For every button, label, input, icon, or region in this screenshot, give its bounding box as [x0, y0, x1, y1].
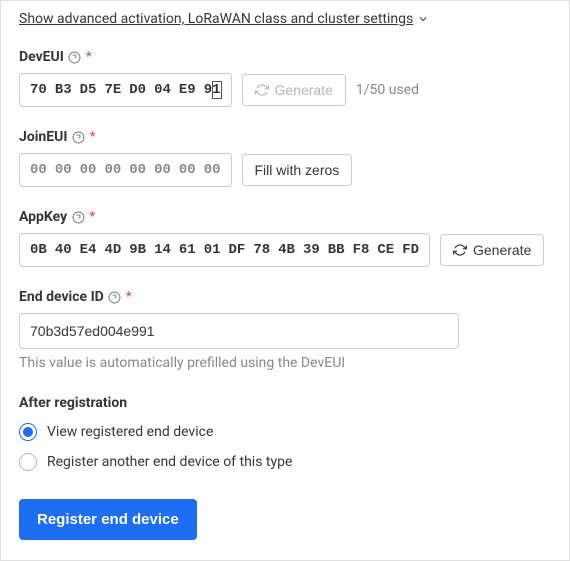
byte: 00	[125, 159, 150, 181]
after-option-view[interactable]: View registered end device	[19, 423, 551, 441]
byte: 7E	[100, 79, 125, 101]
byte: 70	[26, 79, 51, 101]
byte: D5	[76, 79, 101, 101]
byte: 78	[249, 239, 274, 261]
register-end-device-button[interactable]: Register end device	[19, 499, 197, 540]
help-icon[interactable]	[71, 130, 85, 144]
chevron-down-icon	[417, 13, 429, 25]
byte: 39	[299, 239, 324, 261]
app-key-label-text: AppKey	[19, 209, 67, 225]
required-mark: *	[89, 209, 95, 225]
dev-eui-generate-button: Generate	[242, 74, 346, 106]
end-device-id-field: End device ID * This value is automatica…	[19, 289, 551, 371]
byte: E4	[76, 239, 101, 261]
byte: 00	[200, 159, 225, 181]
app-key-row: 0B 40 E4 4D 9B 14 61 01 DF 78 4B 39 BB F…	[19, 233, 551, 267]
after-option-register-another[interactable]: Register another end device of this type	[19, 453, 551, 471]
join-eui-field: JoinEUI * 00 00 00 00 00 00 00 00 Fill w…	[19, 129, 551, 187]
byte: 0B	[26, 239, 51, 261]
byte: F8	[349, 239, 374, 261]
register-button-label: Register end device	[37, 511, 179, 528]
byte: E9	[175, 79, 200, 101]
join-eui-input[interactable]: 00 00 00 00 00 00 00 00	[19, 153, 232, 187]
byte: DF	[225, 239, 250, 261]
after-option-view-label: View registered end device	[47, 424, 213, 440]
byte: 00	[26, 159, 51, 181]
byte: 14	[150, 239, 175, 261]
byte: 04	[150, 79, 175, 101]
end-device-id-hint: This value is automatically prefilled us…	[19, 355, 551, 371]
dev-eui-label-text: DevEUI	[19, 49, 64, 65]
app-key-input[interactable]: 0B 40 E4 4D 9B 14 61 01 DF 78 4B 39 BB F…	[19, 233, 430, 267]
byte: 61	[175, 239, 200, 261]
required-mark: *	[86, 49, 92, 65]
end-device-id-label: End device ID *	[19, 289, 132, 305]
dev-eui-row: 70 B3 D5 7E D0 04 E9 91 Generate 1/50 us…	[19, 73, 551, 107]
refresh-icon	[453, 243, 467, 257]
byte: BB	[324, 239, 349, 261]
byte: 01	[200, 239, 225, 261]
after-registration-title: After registration	[19, 395, 551, 411]
byte: 00	[150, 159, 175, 181]
end-device-id-label-text: End device ID	[19, 289, 104, 305]
join-eui-row: 00 00 00 00 00 00 00 00 Fill with zeros	[19, 153, 551, 187]
radio-button[interactable]	[19, 423, 37, 441]
app-key-generate-button[interactable]: Generate	[440, 234, 544, 266]
app-key-label: AppKey *	[19, 209, 95, 225]
byte: CE	[373, 239, 398, 261]
form-container: Show advanced activation, LoRaWAN class …	[0, 0, 570, 561]
join-eui-label-text: JoinEUI	[19, 129, 67, 145]
dev-eui-input[interactable]: 70 B3 D5 7E D0 04 E9 91	[19, 73, 232, 107]
dev-eui-field: DevEUI * 70 B3 D5 7E D0 04 E9 91 Generat…	[19, 49, 551, 107]
join-eui-label: JoinEUI *	[19, 129, 96, 145]
byte: FD	[398, 239, 423, 261]
end-device-id-row	[19, 313, 551, 349]
byte: 9B	[125, 239, 150, 261]
fill-zeros-button[interactable]: Fill with zeros	[242, 154, 353, 186]
byte: 00	[76, 159, 101, 181]
byte: B3	[51, 79, 76, 101]
generate-label: Generate	[275, 82, 333, 98]
byte: 91	[200, 79, 225, 101]
dev-eui-label: DevEUI *	[19, 49, 92, 65]
generate-label: Generate	[473, 242, 531, 258]
app-key-field: AppKey * 0B 40 E4 4D 9B 14 61 01 DF 78 4…	[19, 209, 551, 267]
byte: 40	[51, 239, 76, 261]
dev-eui-usage: 1/50 used	[356, 82, 419, 98]
byte: D0	[125, 79, 150, 101]
byte: 4B	[274, 239, 299, 261]
required-mark: *	[126, 289, 132, 305]
help-icon[interactable]	[71, 210, 85, 224]
byte: 00	[51, 159, 76, 181]
advanced-settings-label: Show advanced activation, LoRaWAN class …	[19, 11, 413, 27]
advanced-settings-toggle[interactable]: Show advanced activation, LoRaWAN class …	[19, 11, 429, 27]
byte: 4D	[100, 239, 125, 261]
byte: 00	[100, 159, 125, 181]
end-device-id-input[interactable]	[19, 313, 459, 349]
radio-button[interactable]	[19, 453, 37, 471]
byte: 00	[175, 159, 200, 181]
refresh-icon	[255, 83, 269, 97]
after-option-register-another-label: Register another end device of this type	[47, 454, 292, 470]
fill-zeros-label: Fill with zeros	[255, 162, 340, 178]
help-icon[interactable]	[68, 50, 82, 64]
help-icon[interactable]	[108, 290, 122, 304]
required-mark: *	[89, 129, 95, 145]
